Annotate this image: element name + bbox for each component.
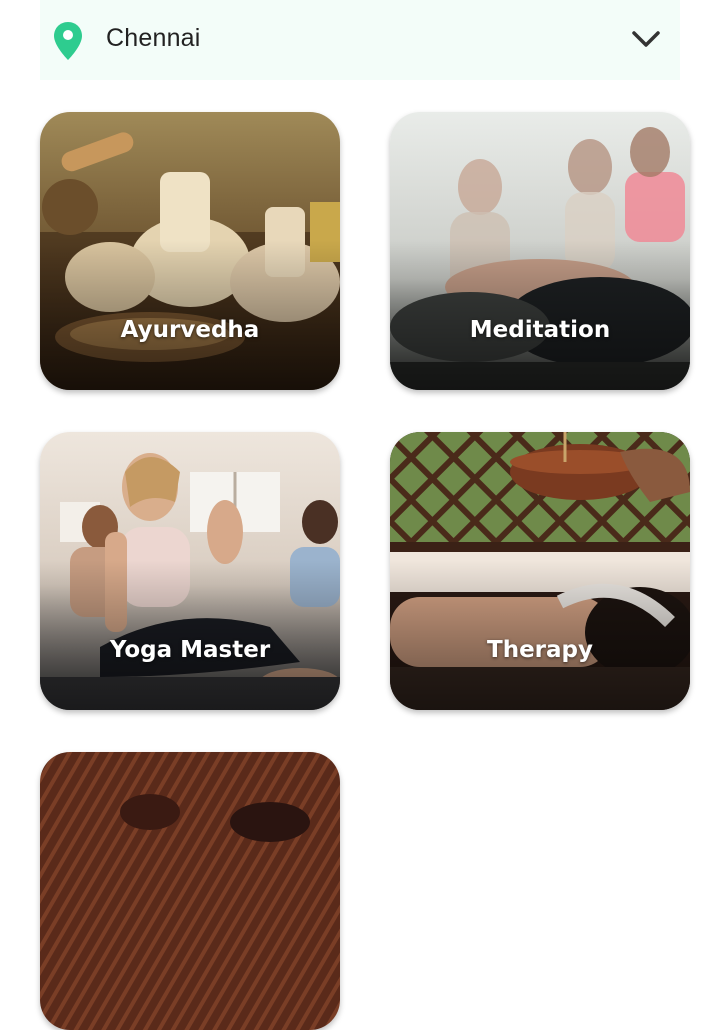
category-card-5[interactable] xyxy=(40,752,340,1030)
card-shade xyxy=(390,560,690,710)
card-shade xyxy=(40,240,340,390)
category-title: Therapy xyxy=(487,637,593,663)
category-5-image xyxy=(40,752,340,1030)
category-title: Meditation xyxy=(469,317,611,343)
card-shade xyxy=(390,240,690,390)
category-title: Yoga Master xyxy=(109,637,271,663)
location-selector[interactable]: Chennai xyxy=(40,0,680,80)
category-title: Ayurvedha xyxy=(120,317,260,343)
category-card-therapy[interactable]: Therapy xyxy=(390,432,690,710)
selected-city: Chennai xyxy=(106,24,201,52)
category-card-meditation[interactable]: Meditation xyxy=(390,112,690,390)
category-card-yoga-master[interactable]: Yoga Master xyxy=(40,432,340,710)
map-pin-icon xyxy=(54,22,82,60)
category-card-ayurvedha[interactable]: Ayurvedha xyxy=(40,112,340,390)
chevron-down-icon[interactable] xyxy=(630,28,662,50)
card-shade xyxy=(40,560,340,710)
